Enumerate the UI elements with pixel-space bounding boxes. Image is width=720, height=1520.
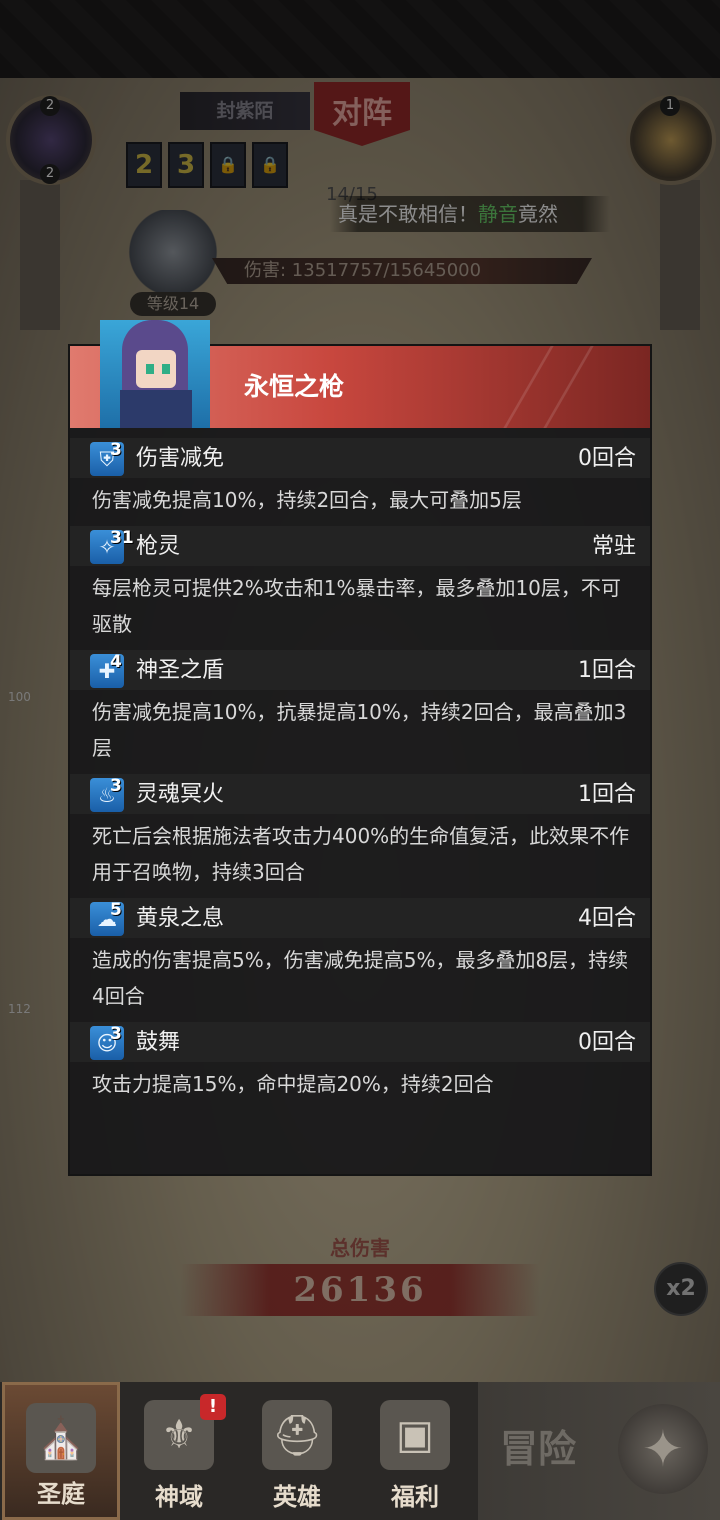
buff-header: ⛨ 3 伤害减免 0回合 (70, 438, 650, 478)
portrait-eye (162, 364, 170, 374)
buff-item[interactable]: ♨ 3 灵魂冥火 1回合 死亡后会根据施法者攻击力400%的生命值复活，此效果不… (70, 774, 650, 898)
portrait-eye (146, 364, 154, 374)
nav-label: 英雄 (273, 1483, 321, 1511)
buff-header: ✧ 31 枪灵 常驻 (70, 526, 650, 566)
buff-item[interactable]: ☺ 3 鼓舞 0回合 攻击力提高15%，命中提高20%，持续2回合 (70, 1022, 650, 1110)
portrait-body (120, 390, 192, 428)
buff-description: 伤害减免提高10%，抗暴提高10%，持续2回合，最高叠加3层 (92, 700, 627, 760)
compass-icon: ✦ (618, 1404, 708, 1494)
buff-stack: 5 (110, 900, 122, 920)
treasure-chest-icon: ▣ (380, 1400, 450, 1470)
adventure-button[interactable]: 冒险 ✦ (478, 1382, 720, 1520)
adventure-label: 冒险 (500, 1427, 577, 1471)
buff-header: ♨ 3 灵魂冥火 1回合 (70, 774, 650, 814)
nav-label: 神域 (155, 1483, 203, 1511)
nav-item-heroes[interactable]: ⛑ 英雄 (238, 1382, 356, 1520)
buff-duration: 1回合 (578, 782, 636, 807)
buff-duration: 0回合 (578, 1030, 636, 1055)
buff-stack: 4 (110, 652, 122, 672)
nav-item-welfare[interactable]: ▣ 福利 (356, 1382, 474, 1520)
buff-item[interactable]: ✧ 31 枪灵 常驻 每层枪灵可提供2%攻击和1%暴击率，最多叠加10层，不可驱… (70, 526, 650, 650)
hero-portrait (100, 320, 210, 428)
buff-item[interactable]: ☁ 5 黄泉之息 4回合 造成的伤害提高5%，伤害减免提高5%，最多叠加8层，持… (70, 898, 650, 1022)
nav-item-temple[interactable]: ⛪ 圣庭 (2, 1382, 120, 1520)
buff-name: 神圣之盾 (136, 658, 225, 683)
buff-header: ✚ 4 神圣之盾 1回合 (70, 650, 650, 690)
buff-stack: 31 (110, 528, 134, 548)
buff-stack: 3 (110, 776, 122, 796)
buff-list: ⛨ 3 伤害减免 0回合 伤害减免提高10%，持续2回合，最大可叠加5层 ✧ 3… (70, 438, 650, 1110)
buff-duration: 0回合 (578, 446, 636, 471)
buff-description: 攻击力提高15%，命中提高20%，持续2回合 (92, 1072, 494, 1096)
buff-name: 黄泉之息 (136, 906, 225, 931)
buff-stack: 3 (110, 440, 122, 460)
buff-description: 伤害减免提高10%，持续2回合，最大可叠加5层 (92, 488, 522, 512)
buff-description: 死亡后会根据施法者攻击力400%的生命值复活，此效果不作用于召唤物，持续3回合 (92, 824, 630, 884)
nav-label: 圣庭 (37, 1480, 85, 1508)
hero-name: 永恒之枪 (244, 372, 345, 401)
buff-item[interactable]: ⛨ 3 伤害减免 0回合 伤害减免提高10%，持续2回合，最大可叠加5层 (70, 438, 650, 526)
buff-name: 灵魂冥火 (136, 782, 225, 807)
hero-helmet-icon: ⛑ (262, 1400, 332, 1470)
buff-name: 鼓舞 (136, 1030, 181, 1055)
nav-label: 福利 (391, 1483, 439, 1511)
portrait-face (136, 350, 176, 388)
buff-description: 每层枪灵可提供2%攻击和1%暴击率，最多叠加10层，不可驱散 (92, 576, 621, 636)
buff-duration: 常驻 (591, 534, 636, 559)
buff-stack: 3 (110, 1024, 122, 1044)
buff-name: 伤害减免 (136, 446, 225, 471)
nav-item-divine-realm[interactable]: ⚜ ! 神域 (120, 1382, 238, 1520)
buff-detail-panel: 永恒之枪 ⛨ 3 伤害减免 0回合 伤害减免提高10%，持续2回合，最大可叠加5… (68, 320, 652, 1176)
buff-duration: 4回合 (578, 906, 636, 931)
buff-header: ☺ 3 鼓舞 0回合 (70, 1022, 650, 1062)
alert-badge: ! (200, 1394, 226, 1420)
buff-header: ☁ 5 黄泉之息 4回合 (70, 898, 650, 938)
buff-name: 枪灵 (136, 534, 181, 559)
buff-description: 造成的伤害提高5%，伤害减免提高5%，最多叠加8层，持续4回合 (92, 948, 629, 1008)
temple-icon: ⛪ (26, 1403, 96, 1473)
buff-item[interactable]: ✚ 4 神圣之盾 1回合 伤害减免提高10%，抗暴提高10%，持续2回合，最高叠… (70, 650, 650, 774)
buff-duration: 1回合 (578, 658, 636, 683)
